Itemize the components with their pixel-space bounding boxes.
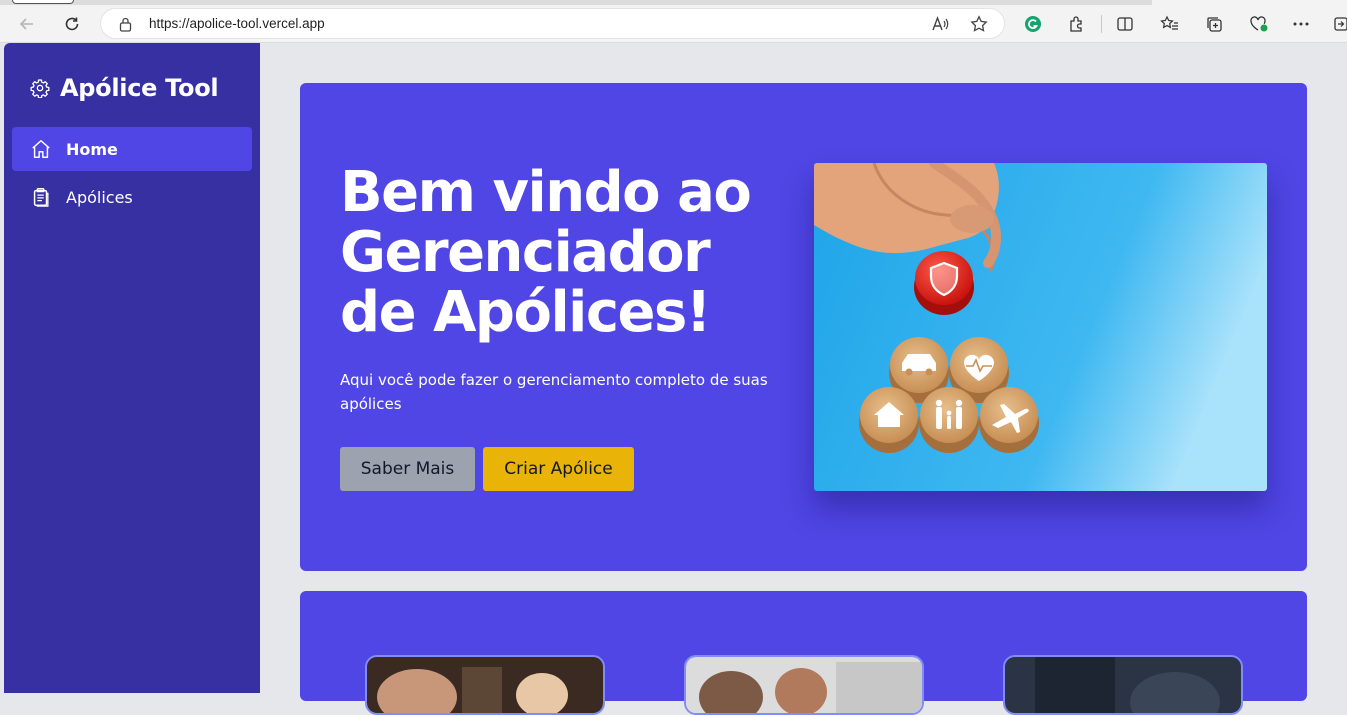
browser-tab[interactable] — [12, 0, 74, 4]
shield-disc — [914, 251, 974, 315]
features-section — [300, 591, 1307, 715]
car-icon — [902, 354, 936, 371]
sidebar: Apólice Tool Home Apólices — [4, 43, 260, 693]
read-aloud-icon[interactable] — [931, 16, 949, 32]
reload-icon — [65, 17, 79, 31]
browser-toolbar: https://apolice-tool.vercel.app — [0, 0, 1347, 43]
brand-title: Apólice Tool — [60, 74, 219, 102]
split-screen-icon[interactable] — [1114, 13, 1136, 35]
favorite-star-icon[interactable] — [970, 15, 988, 33]
family-disc — [919, 387, 979, 453]
more-menu-icon[interactable] — [1290, 13, 1312, 35]
back-button[interactable] — [15, 12, 39, 36]
sidebar-item-label: Apólices — [66, 187, 133, 207]
feature-card[interactable] — [684, 655, 924, 715]
home-icon — [32, 140, 50, 158]
sidebar-item-home[interactable]: Home — [12, 127, 252, 171]
sidebar-item-label: Home — [66, 139, 118, 159]
back-arrow-icon — [19, 18, 33, 30]
address-bar[interactable]: https://apolice-tool.vercel.app — [100, 8, 1005, 39]
gear-icon — [30, 79, 50, 98]
house-disc — [859, 387, 919, 453]
url-text: https://apolice-tool.vercel.app — [149, 16, 325, 31]
tab-strip — [0, 0, 1347, 5]
criar-apolice-button[interactable]: Criar Apólice — [483, 447, 634, 491]
sidebar-item-apolices[interactable]: Apólices — [12, 175, 252, 219]
plane-disc — [979, 387, 1039, 453]
hero-subtitle: Aqui você pode fazer o gerenciamento com… — [340, 371, 768, 413]
clipboard-icon — [33, 188, 49, 207]
collections-icon[interactable] — [1203, 13, 1225, 35]
insurance-hero-image — [814, 163, 1267, 491]
hero-title: Bem vindo ao Gerenciador de Apólices! — [340, 160, 752, 345]
lock-icon — [119, 17, 132, 32]
saber-mais-button[interactable]: Saber Mais — [340, 447, 475, 491]
extensions-icon[interactable] — [1066, 13, 1088, 35]
browser-essentials-icon[interactable] — [1248, 13, 1270, 35]
favorites-list-icon[interactable] — [1159, 13, 1181, 35]
sidebar-toggle-icon[interactable] — [1330, 13, 1347, 35]
brand[interactable]: Apólice Tool — [30, 74, 219, 102]
feature-card[interactable] — [365, 655, 605, 715]
hero-section: Bem vindo ao Gerenciador de Apólices! Aq… — [300, 83, 1307, 571]
grammarly-icon[interactable] — [1022, 13, 1044, 35]
feature-card[interactable] — [1003, 655, 1243, 715]
reload-button[interactable] — [60, 12, 84, 36]
